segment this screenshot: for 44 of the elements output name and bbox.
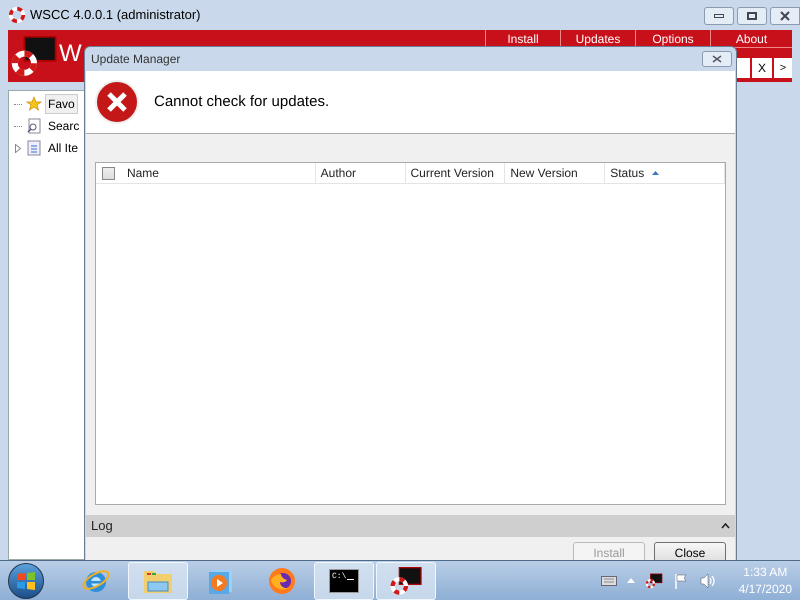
minimize-button[interactable]	[704, 7, 734, 25]
column-header[interactable]: Author	[316, 163, 406, 183]
expand-arrow-icon[interactable]	[15, 144, 21, 152]
column-header[interactable]: New Version	[505, 163, 606, 183]
fox-globe-icon	[267, 566, 297, 596]
terminal-icon: C:\	[329, 568, 359, 592]
tree-item[interactable]: Searc	[45, 116, 82, 136]
column-header[interactable]: Status	[605, 163, 725, 183]
search-icon	[26, 118, 42, 134]
app-icon	[8, 6, 26, 24]
clear-button[interactable]: X	[752, 58, 772, 78]
next-button[interactable]: >	[774, 58, 792, 78]
close-icon	[712, 55, 722, 63]
close-button[interactable]	[770, 7, 800, 25]
star-icon	[26, 96, 42, 112]
select-all-checkbox[interactable]	[102, 166, 116, 180]
start-button[interactable]	[8, 562, 44, 598]
clock-date: 4/17/2020	[738, 580, 792, 598]
column-header[interactable]: Current Version	[406, 163, 506, 183]
error-icon	[94, 79, 140, 125]
keyboard-icon[interactable]	[600, 576, 617, 586]
close-icon	[780, 11, 790, 21]
document-icon	[26, 140, 42, 156]
windows-logo-icon	[16, 570, 36, 590]
taskbar-button[interactable]	[376, 562, 436, 600]
window-title: WSCC 4.0.0.1 (administrator)	[30, 6, 200, 24]
column-header[interactable]: Name	[122, 163, 316, 183]
banner-title: W	[59, 42, 82, 66]
maximize-button[interactable]	[737, 7, 767, 25]
error-message: Cannot check for updates.	[154, 92, 330, 112]
log-bar[interactable]: Log	[86, 515, 735, 537]
dialog-title: Update Manager	[91, 51, 180, 68]
taskbar-button[interactable]: C:\	[314, 562, 374, 600]
close-button[interactable]	[702, 51, 732, 67]
log-label: Log	[91, 517, 113, 536]
tree-item[interactable]: Favo	[45, 94, 78, 114]
clock-time: 1:33 AM	[743, 564, 788, 580]
lifebuoy-monitor-icon	[644, 572, 663, 588]
lifebuoy-monitor-icon	[389, 566, 423, 596]
flag-icon[interactable]	[672, 572, 689, 588]
speaker-icon[interactable]	[698, 572, 717, 588]
tree-item[interactable]: All Ite	[45, 138, 82, 158]
collapse-caret-icon	[721, 523, 730, 529]
sort-arrow-icon	[652, 171, 660, 175]
